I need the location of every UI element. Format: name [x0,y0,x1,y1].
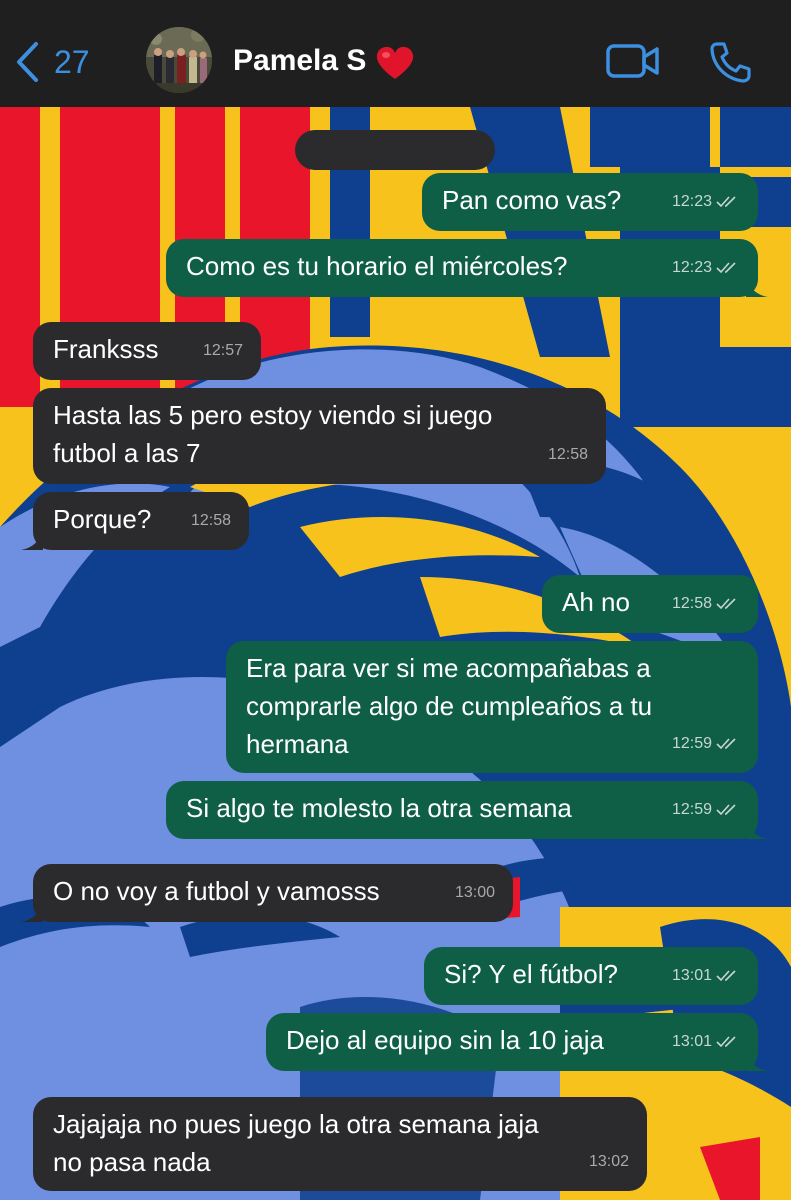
chat-header: 27 Pamela S [0,0,791,107]
video-call-button[interactable] [606,44,660,83]
message-meta: 12:23 [672,183,740,221]
message-bubble[interactable]: Porque? 12:58 [21,492,249,550]
double-check-icon [716,804,736,816]
message-meta: 12:58 [672,585,740,623]
message-time: 12:58 [547,446,588,463]
message-list: Pan como vas? 12:23 Como es tu horario e… [0,0,791,1200]
message-time: 12:58 [671,595,712,612]
message-time: 13:01 [671,967,712,984]
message-time: 12:57 [202,342,243,359]
message-time: 12:59 [671,801,712,818]
message-meta: 12:59 [672,791,740,829]
double-check-icon [716,738,736,750]
contact-name[interactable]: Pamela S [233,46,366,76]
message-time: 13:00 [454,884,495,901]
message-text: Pan como vas? [442,185,622,215]
message-time: 12:59 [671,735,712,752]
message-meta: 13:02 [589,1143,629,1181]
message-meta: 13:00 [455,874,495,912]
bubble-tail [746,817,768,839]
message-bubble[interactable]: Dejo al equipo sin la 10 jaja 13:01 [266,1013,768,1071]
message-text: O no voy a futbol y vamosss [53,876,380,906]
message-meta: 12:59 [672,725,740,763]
message-text: Franksss [53,334,159,364]
heart-emoji [375,45,415,86]
message-bubble[interactable]: Era para ver si me acompañabas a comprar… [226,641,758,773]
double-check-icon [716,196,736,208]
message-text: Hasta las 5 pero estoy viendo si juego f… [53,400,493,468]
message-text: Ah no [562,587,630,617]
message-bubble[interactable]: Pan como vas? 12:23 [422,173,758,231]
message-text: Porque? [53,504,152,534]
double-check-icon [716,262,736,274]
double-check-icon [716,1036,736,1048]
message-bubble[interactable]: Si algo te molesto la otra semana 12:59 [166,781,768,839]
message-meta: 12:58 [191,502,231,540]
message-meta: 12:58 [548,436,588,474]
message-text: Dejo al equipo sin la 10 jaja [286,1025,604,1055]
double-check-icon [716,598,736,610]
bubble-tail [21,900,43,922]
avatar[interactable] [146,27,212,93]
message-bubble[interactable]: Jajajaja no pues juego la otra semana ja… [33,1097,647,1191]
double-check-icon [716,970,736,982]
message-bubble[interactable]: Hasta las 5 pero estoy viendo si juego f… [33,388,606,484]
message-bubble[interactable]: Ah no 12:58 [542,575,758,633]
back-button[interactable]: 27 [14,40,90,84]
bubble-tail [21,528,43,550]
message-text: Como es tu horario el miércoles? [186,251,568,281]
message-meta: 12:57 [203,332,243,370]
message-bubble[interactable]: O no voy a futbol y vamosss 13:00 [21,864,513,922]
message-meta: 13:01 [672,1023,740,1061]
message-time: 12:23 [671,193,712,210]
chevron-left-icon [17,42,38,82]
message-time: 13:01 [671,1033,712,1050]
message-time: 12:23 [671,259,712,276]
message-meta: 12:23 [672,249,740,287]
message-text: Jajajaja no pues juego la otra semana ja… [53,1109,539,1177]
phone-icon [710,42,751,83]
message-text: Si? Y el fútbol? [444,959,618,989]
bubble-tail [746,275,768,297]
message-bubble[interactable]: Si? Y el fútbol? 13:01 [424,947,758,1005]
message-time: 13:02 [588,1153,629,1170]
message-text: Era para ver si me acompañabas a comprar… [246,653,653,759]
video-camera-icon [606,44,659,78]
bubble-tail [746,1049,768,1071]
message-time: 12:58 [190,512,231,529]
message-text: Si algo te molesto la otra semana [186,793,572,823]
voice-call-button[interactable] [708,41,752,88]
unread-count: 27 [54,44,90,80]
message-meta: 13:01 [672,957,740,995]
message-bubble[interactable]: Franksss 12:57 [33,322,261,380]
message-bubble[interactable]: Como es tu horario el miércoles? 12:23 [166,239,768,297]
